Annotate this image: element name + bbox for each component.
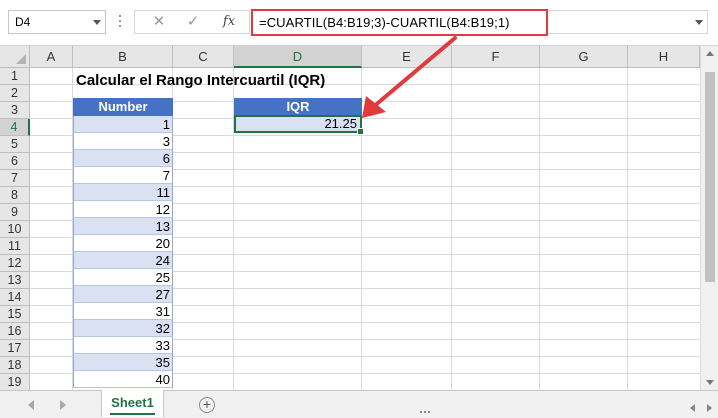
name-box-value: D4 [15, 15, 31, 29]
enter-icon[interactable]: ✓ [183, 13, 203, 31]
number-cell[interactable]: 12 [73, 201, 173, 218]
number-column-header[interactable]: Number [73, 98, 173, 116]
number-cell[interactable]: 27 [73, 286, 173, 303]
gridline [451, 68, 452, 390]
add-sheet-icon[interactable]: + [199, 397, 215, 413]
row-header-12[interactable]: 12 [0, 255, 30, 272]
number-cell[interactable]: 32 [73, 320, 173, 337]
column-header-e[interactable]: E [362, 46, 452, 68]
column-header-c[interactable]: C [173, 46, 234, 68]
row-header-4[interactable]: 4 [0, 119, 30, 136]
row-header-13[interactable]: 13 [0, 272, 30, 289]
scroll-down-icon[interactable] [706, 380, 714, 385]
column-header-h[interactable]: H [628, 46, 700, 68]
row-header-8[interactable]: 8 [0, 187, 30, 204]
iqr-result-cell[interactable]: 21.25 [234, 115, 364, 135]
formula-text: =CUARTIL(B4:B19;3)-CUARTIL(B4:B19;1) [259, 15, 510, 30]
row-header-19[interactable]: 19 [0, 374, 30, 390]
tab-splitter-icon[interactable] [420, 401, 434, 413]
number-cell[interactable]: 11 [73, 184, 173, 201]
column-header-f[interactable]: F [452, 46, 540, 68]
iqr-column-header[interactable]: IQR [234, 98, 362, 116]
number-cell[interactable]: 40 [73, 371, 173, 388]
number-cell[interactable]: 1 [73, 116, 173, 133]
row-header-14[interactable]: 14 [0, 289, 30, 306]
formula-input[interactable]: =CUARTIL(B4:B19;3)-CUARTIL(B4:B19;1) [251, 9, 548, 36]
number-cell[interactable]: 35 [73, 354, 173, 371]
column-header-g[interactable]: G [540, 46, 628, 68]
formula-input-expand[interactable] [548, 10, 708, 34]
row-header-5[interactable]: 5 [0, 136, 30, 153]
row-header-15[interactable]: 15 [0, 306, 30, 323]
scrollbar-thumb[interactable] [705, 72, 715, 282]
row-header-7[interactable]: 7 [0, 170, 30, 187]
expand-formula-icon[interactable] [695, 20, 703, 25]
name-box[interactable]: D4 [8, 10, 106, 34]
formula-bar: D4 ✕ ✓ fx =CUARTIL(B4:B19;3)-CUARTIL(B4:… [0, 0, 718, 46]
horizontal-scroll-arrows [682, 400, 712, 415]
row-header-9[interactable]: 9 [0, 204, 30, 221]
next-sheet-icon[interactable] [60, 400, 66, 410]
number-cell[interactable]: 13 [73, 218, 173, 235]
scroll-left-icon[interactable] [690, 404, 696, 412]
number-cell[interactable]: 24 [73, 252, 173, 269]
gridline [539, 68, 540, 390]
column-header-d[interactable]: D [234, 46, 362, 68]
select-all-button[interactable] [0, 46, 30, 68]
drag-handle-icon[interactable] [118, 15, 122, 29]
row-header-11[interactable]: 11 [0, 238, 30, 255]
cancel-icon[interactable]: ✕ [149, 13, 169, 31]
number-cell[interactable]: 33 [73, 337, 173, 354]
number-cell[interactable]: 6 [73, 150, 173, 167]
worksheet-grid[interactable]: A B C D E F G H 1 2 3 4 5 6 7 8 9 10 11 … [0, 46, 700, 390]
sheet-tab-bar: Sheet1 + [0, 390, 718, 418]
row-header-2[interactable]: 2 [0, 85, 30, 102]
number-cell[interactable]: 20 [73, 235, 173, 252]
row-header-1[interactable]: 1 [0, 68, 30, 85]
row-header-10[interactable]: 10 [0, 221, 30, 238]
previous-sheet-icon[interactable] [28, 400, 34, 410]
row-header-17[interactable]: 17 [0, 340, 30, 357]
row-header-18[interactable]: 18 [0, 357, 30, 374]
gridline [627, 68, 628, 390]
sheet-tab-sheet1[interactable]: Sheet1 [101, 390, 164, 417]
sheet-title[interactable]: Calcular el Rango Intercuartil (IQR) [76, 72, 325, 89]
row-header-6[interactable]: 6 [0, 153, 30, 170]
number-cell[interactable]: 31 [73, 303, 173, 320]
row-header-16[interactable]: 16 [0, 323, 30, 340]
chevron-down-icon[interactable] [93, 20, 101, 25]
number-cell[interactable]: 3 [73, 133, 173, 150]
number-cell[interactable]: 25 [73, 269, 173, 286]
scroll-right-icon[interactable] [707, 404, 712, 412]
function-icon[interactable]: fx [219, 13, 239, 31]
column-header-b[interactable]: B [73, 46, 173, 68]
vertical-scrollbar[interactable] [700, 46, 718, 390]
formula-buttons: ✕ ✓ fx [134, 10, 250, 34]
row-header-3[interactable]: 3 [0, 102, 30, 119]
number-cell[interactable]: 7 [73, 167, 173, 184]
column-header-a[interactable]: A [30, 46, 73, 68]
scroll-up-icon[interactable] [706, 51, 714, 56]
